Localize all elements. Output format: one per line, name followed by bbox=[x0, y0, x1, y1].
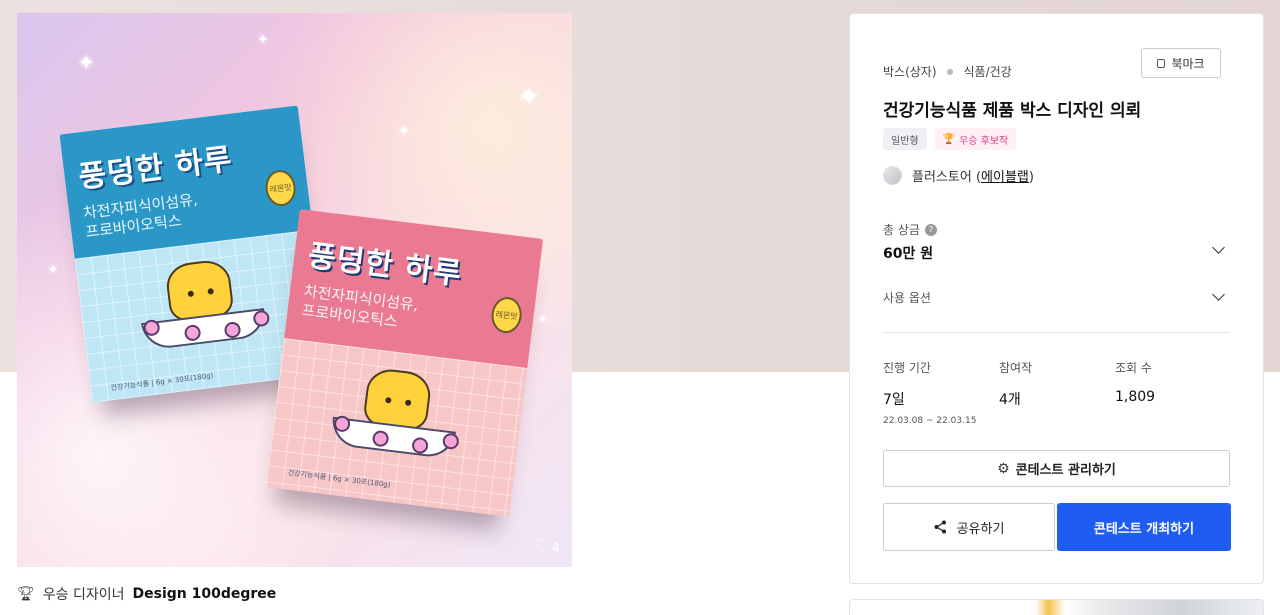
contest-info-card: 박스(상자) ● 식품/건강 북마크 건강기능식품 제품 박스 디자인 의뢰 일… bbox=[849, 13, 1264, 584]
stat-value: 4개 bbox=[999, 392, 1021, 408]
heart-icon: ♡ bbox=[533, 536, 550, 557]
product-box-pink: 풍덩한 하루 차전자피식이섬유, 프로바이오틱스 레몬맛 건강기능식품 | 6g… bbox=[265, 209, 544, 517]
sparkle-icon: ✦ bbox=[257, 32, 269, 48]
tag-list: 일반형 🏆 우승 후보작 bbox=[883, 128, 1017, 150]
owner-name: 플러스토어 bbox=[912, 170, 972, 185]
stat-views: 조회 수 1,809 bbox=[1115, 359, 1155, 405]
breadcrumb: 박스(상자) ● 식품/건강 bbox=[883, 63, 1012, 80]
winner-name[interactable]: Design 100degree bbox=[133, 586, 277, 602]
owner-handle[interactable]: 에이블랩 bbox=[981, 170, 1029, 185]
contest-owner: 플러스토어 (에이블랩) bbox=[883, 166, 1034, 185]
contest-title: 건강기능식품 제품 박스 디자인 의뢰 bbox=[883, 101, 1142, 121]
next-card-preview bbox=[849, 599, 1264, 615]
breadcrumb-item[interactable]: 박스(상자) bbox=[883, 63, 937, 80]
gear-icon: ⚙ bbox=[997, 460, 1010, 477]
stat-duration: 진행 기간 7일 22.03.08 ~ 22.03.15 bbox=[883, 359, 976, 426]
winner-designer: 🏆︎ 우승 디자이너 Design 100degree bbox=[17, 584, 276, 604]
share-button[interactable]: 공유하기 bbox=[883, 503, 1055, 551]
bookmark-label: 북마크 bbox=[1171, 56, 1205, 71]
sparkle-icon: ✦ bbox=[517, 80, 541, 113]
sparkle-icon: ✦ bbox=[397, 121, 411, 140]
bookmark-button[interactable]: 북마크 bbox=[1141, 48, 1221, 78]
stat-value: 1,809 bbox=[1115, 389, 1156, 405]
usage-option-toggle[interactable]: 사용 옵션 bbox=[883, 289, 931, 306]
bowl-icon bbox=[141, 307, 268, 351]
stat-date-range: 22.03.08 ~ 22.03.15 bbox=[883, 416, 977, 426]
breadcrumb-separator: ● bbox=[946, 67, 954, 76]
product-image[interactable]: ✦ ✦ ✦ ✦ ✦ ✦ 풍덩한 하루 차전자피식이섬유, 프로바이오틱스 레몬맛… bbox=[17, 13, 572, 567]
like-count: 4 bbox=[551, 541, 560, 556]
like-button[interactable]: ♡ 4 bbox=[534, 536, 560, 557]
chevron-down-icon[interactable] bbox=[1212, 241, 1225, 254]
manage-contest-label: 콘테스트 관리하기 bbox=[1015, 463, 1116, 478]
stat-label: 진행 기간 bbox=[883, 361, 931, 375]
winner-label: 우승 디자이너 bbox=[42, 587, 125, 603]
host-contest-button[interactable]: 콘테스트 개최하기 bbox=[1057, 503, 1231, 551]
chevron-down-icon[interactable] bbox=[1212, 288, 1225, 301]
stat-value: 7일 bbox=[883, 392, 905, 408]
stat-label: 참여작 bbox=[999, 361, 1033, 375]
box-label: 건강기능식품 | 6g × 30포(180g) bbox=[110, 371, 214, 393]
share-icon bbox=[934, 520, 946, 534]
divider bbox=[883, 332, 1230, 333]
host-contest-label: 콘테스트 개최하기 bbox=[1093, 521, 1195, 537]
sparkle-icon: ✦ bbox=[537, 312, 549, 328]
award-tag: 🏆 우승 후보작 bbox=[934, 128, 1017, 150]
stat-label: 조회 수 bbox=[1115, 361, 1152, 375]
trophy-icon: 🏆︎ bbox=[17, 586, 35, 602]
help-icon[interactable]: ? bbox=[924, 223, 937, 236]
manage-contest-button[interactable]: ⚙ 콘테스트 관리하기 bbox=[883, 450, 1230, 487]
sparkle-icon: ✦ bbox=[47, 262, 59, 278]
share-label: 공유하기 bbox=[956, 521, 1005, 537]
bookmark-icon bbox=[1157, 58, 1166, 68]
type-tag: 일반형 bbox=[883, 128, 927, 150]
stat-entries: 참여작 4개 bbox=[999, 359, 1032, 409]
sparkle-icon: ✦ bbox=[77, 51, 96, 76]
box-label: 건강기능식품 | 6g × 30포(180g) bbox=[287, 468, 391, 490]
trophy-icon: 🏆 bbox=[942, 133, 956, 145]
prize-label: 총 상금 ? bbox=[883, 221, 937, 238]
breadcrumb-item[interactable]: 식품/건강 bbox=[964, 63, 1012, 80]
avatar bbox=[883, 166, 902, 185]
prize-value: 60만 원 bbox=[883, 246, 934, 262]
